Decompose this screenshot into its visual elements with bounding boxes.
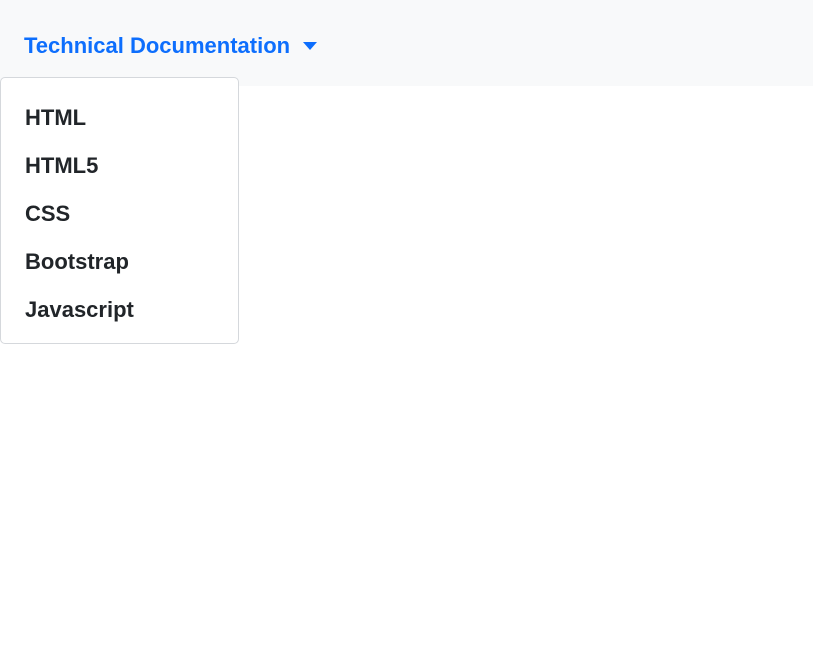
dropdown-item-bootstrap[interactable]: Bootstrap <box>1 238 238 286</box>
dropdown-item-html5[interactable]: HTML5 <box>1 142 238 190</box>
technical-documentation-dropdown-toggle[interactable]: Technical Documentation <box>24 31 318 61</box>
navbar: Technical Documentation <box>0 0 813 86</box>
dropdown-item-javascript[interactable]: Javascript <box>1 286 238 334</box>
dropdown-toggle-label: Technical Documentation <box>24 33 291 58</box>
dropdown-item-css[interactable]: CSS <box>1 190 238 238</box>
dropdown-menu: HTML HTML5 CSS Bootstrap Javascript <box>0 77 239 344</box>
dropdown-item-html[interactable]: HTML <box>1 94 238 142</box>
caret-down-icon <box>303 42 318 50</box>
